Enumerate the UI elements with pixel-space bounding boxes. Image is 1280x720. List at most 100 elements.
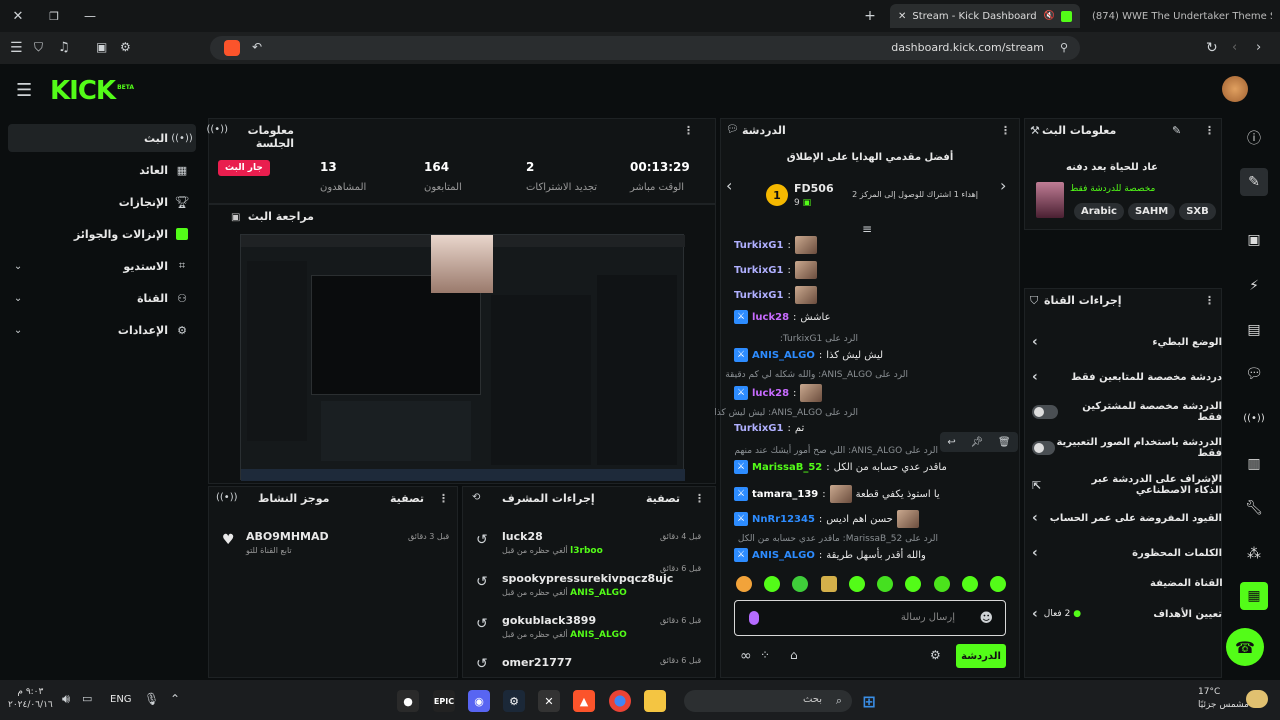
mod-action-moderator[interactable]: ANIS_ALGO: [570, 588, 627, 598]
subscribers-only-toggle[interactable]: [1032, 405, 1058, 419]
windows-start-icon[interactable]: ⊞: [858, 690, 880, 712]
hamburger-icon[interactable]: ☰: [16, 80, 32, 101]
extensions-icon[interactable]: ⚙: [120, 40, 131, 54]
send-chat-button[interactable]: الدردشة: [956, 644, 1006, 668]
mod-action-user[interactable]: omer21777: [502, 656, 572, 669]
emote-icon[interactable]: [989, 576, 1006, 592]
chat-username[interactable]: TurkixG1: [734, 423, 783, 434]
nav-item-channel[interactable]: ⚇ القناة ⌄: [8, 284, 196, 312]
forward-icon[interactable]: ‹: [1232, 40, 1237, 55]
nav-item-drops[interactable]: الإنزالات والجوائز: [8, 220, 196, 248]
steam-icon[interactable]: ⚙: [503, 690, 525, 712]
chat-username[interactable]: ANIS_ALGO: [752, 550, 815, 561]
emotes-only-toggle[interactable]: [1032, 441, 1055, 455]
tag[interactable]: Arabic: [1074, 203, 1124, 220]
mute-icon[interactable]: 🔇: [1044, 11, 1055, 21]
mod-action-user[interactable]: luck28: [502, 530, 543, 543]
site-settings-icon[interactable]: ⚲: [1060, 41, 1068, 54]
back-icon[interactable]: ›: [1256, 40, 1261, 55]
more-icon[interactable]: ⋮: [1000, 124, 1011, 137]
network-icon[interactable]: ▭: [82, 692, 92, 705]
emote-icon[interactable]: [820, 576, 837, 592]
chat-username[interactable]: MarissaB_52: [752, 462, 822, 473]
emote-icon[interactable]: [961, 576, 978, 592]
store-icon[interactable]: ⌂: [790, 648, 798, 662]
screenshot-icon[interactable]: ▣: [96, 40, 107, 54]
infinity-icon[interactable]: ∞: [740, 648, 752, 664]
preview-icon[interactable]: ▣: [1240, 226, 1268, 254]
mod-action-moderator[interactable]: ANIS_ALGO: [570, 630, 627, 640]
close-window-icon[interactable]: ✕: [10, 8, 26, 24]
brave-shield-icon[interactable]: [224, 40, 240, 56]
more-icon[interactable]: ⋮: [1204, 294, 1215, 307]
discord-icon[interactable]: ◉: [468, 690, 490, 712]
chat-input[interactable]: إرسال رسالة ☻: [734, 600, 1006, 636]
emote-icon[interactable]: [877, 576, 894, 592]
pen-icon[interactable]: ✎: [1240, 168, 1268, 196]
nav-item-achievements[interactable]: 🏆︎ الإنجازات: [8, 188, 196, 216]
brave-icon[interactable]: ▲: [573, 690, 595, 712]
chat-username[interactable]: TurkixG1: [734, 290, 783, 301]
chat-settings-icon[interactable]: ⚙: [930, 648, 941, 662]
more-icon[interactable]: ⋮: [1204, 124, 1215, 137]
reload-icon[interactable]: ↻: [1206, 40, 1218, 56]
tab-close-icon[interactable]: ✕: [898, 11, 906, 22]
file-explorer-icon[interactable]: [644, 690, 666, 712]
layout-icon[interactable]: ▥: [1240, 450, 1268, 478]
epic-games-icon[interactable]: EPIC: [433, 690, 455, 712]
support-fab-icon[interactable]: ☎: [1226, 628, 1264, 666]
xbox-icon[interactable]: ✕: [538, 690, 560, 712]
followers-only-row[interactable]: دردشة مخصصة للمتابعين فقط ›: [1032, 365, 1222, 389]
account-age-row[interactable]: القيود المفروضة على عمر الحساب ›: [1032, 506, 1222, 530]
shield-icon[interactable]: ⛉: [34, 40, 43, 55]
url-bar[interactable]: ↶ dashboard.kick.com/stream ⚲: [210, 36, 1080, 60]
banned-words-row[interactable]: الكلمات المحظورة ›: [1032, 541, 1222, 565]
dots-icon[interactable]: ⁘: [760, 648, 770, 662]
tab-kick-dashboard[interactable]: ✕ Stream - Kick Dashboard 🔇: [890, 4, 1080, 28]
weather-widget[interactable]: 17°C مشمس جزئيًا: [1198, 686, 1249, 712]
mod-action-moderator[interactable]: l3rboo: [570, 546, 603, 556]
tray-chevron-icon[interactable]: ⌃: [170, 692, 180, 706]
slow-mode-row[interactable]: الوضع البطيء ›: [1032, 330, 1222, 354]
emote-icon[interactable]: [905, 576, 922, 592]
delete-icon[interactable]: 🗑︎: [998, 437, 1011, 448]
broadcast-icon[interactable]: ((•)): [1240, 404, 1268, 432]
avatar[interactable]: [1222, 76, 1248, 102]
emote-icon[interactable]: [736, 576, 752, 592]
music-icon[interactable]: ♫: [58, 40, 70, 55]
emote-icon[interactable]: [933, 576, 950, 592]
mod-action-user[interactable]: spookypressurekivpqcz8ujc: [502, 572, 673, 585]
minimize-window-icon[interactable]: —: [82, 8, 98, 24]
mod-action-user[interactable]: gokublack3899: [502, 614, 596, 627]
volume-icon[interactable]: 🔊︎: [62, 692, 70, 707]
chat-username[interactable]: TurkixG1: [734, 240, 783, 251]
info-icon[interactable]: ⓘ: [1240, 124, 1268, 152]
chevron-left-icon[interactable]: ‹: [726, 176, 732, 195]
emote-icon[interactable]: [764, 576, 781, 592]
language-indicator[interactable]: ENG: [110, 694, 132, 705]
tab-youtube[interactable]: (874) WWE The Undertaker Theme S: [1084, 4, 1280, 28]
top-gifter-name[interactable]: FD506: [794, 182, 834, 195]
more-icon[interactable]: ⋮: [683, 124, 694, 137]
new-tab-icon[interactable]: +: [862, 8, 878, 24]
edit-icon[interactable]: ✎: [1172, 124, 1181, 137]
emote-icon[interactable]: [792, 576, 809, 592]
category-thumbnail[interactable]: [1036, 182, 1064, 218]
microphone-icon[interactable]: [749, 611, 759, 625]
reply-icon[interactable]: ↩: [947, 437, 955, 448]
filter-button[interactable]: تصفية: [646, 492, 680, 505]
emote-icon[interactable]: [848, 576, 865, 592]
clock[interactable]: ٩:٠٣ م ٢٠٢٤/٠٦/١٦: [8, 686, 53, 712]
share-icon[interactable]: ↶: [252, 40, 262, 54]
kick-logo[interactable]: KICK BETA: [50, 76, 134, 106]
lightning-icon[interactable]: ⚡︎: [1240, 272, 1268, 300]
tag[interactable]: SAHM: [1127, 203, 1176, 220]
emoji-icon[interactable]: ☻: [979, 611, 993, 626]
more-icon[interactable]: ⋮: [438, 492, 449, 505]
nav-item-studio[interactable]: ⌗ الاستديو ⌄: [8, 252, 196, 280]
chat-username[interactable]: TurkixG1: [734, 265, 783, 276]
green-app-icon[interactable]: ▦: [1240, 582, 1268, 610]
chrome-icon[interactable]: [609, 690, 631, 712]
wrench-icon[interactable]: 🔧︎: [1240, 494, 1268, 522]
taskbar-search[interactable]: بحث ⌕: [684, 690, 852, 712]
